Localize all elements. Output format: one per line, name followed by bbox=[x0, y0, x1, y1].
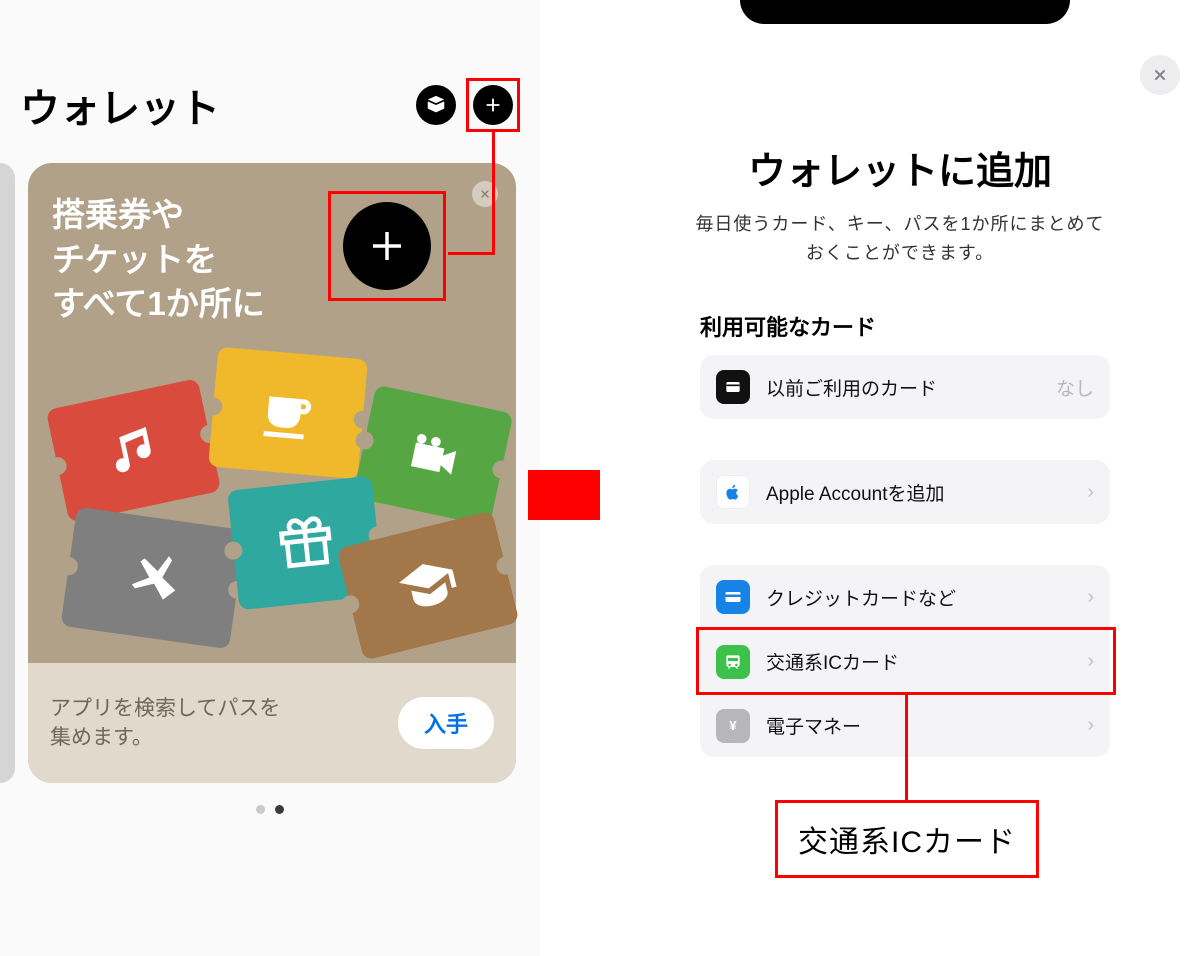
promo-add-highlight bbox=[328, 191, 446, 301]
promo-line1: 搭乗券や bbox=[52, 196, 184, 233]
get-button[interactable]: 入手 bbox=[398, 697, 494, 749]
annotation-line bbox=[448, 252, 495, 255]
page-dot-2[interactable] bbox=[275, 805, 284, 814]
promo-footer: アプリを検索してパスを 集めます。 入手 bbox=[28, 663, 516, 783]
wallet-screen: ウォレット 搭乗券や チケットを すべて1か所に bbox=[0, 0, 540, 956]
video-ticket-icon bbox=[353, 385, 514, 527]
option-label: 以前ご利用のカード bbox=[766, 374, 1040, 401]
flight-ticket-icon bbox=[60, 507, 245, 649]
promo-footer-l2: 集めます。 bbox=[50, 726, 153, 749]
option-label: 交通系ICカード bbox=[766, 648, 1071, 675]
promo-footer-text: アプリを検索してパスを 集めます。 bbox=[50, 694, 280, 753]
svg-text:¥: ¥ bbox=[729, 718, 737, 733]
orders-icon[interactable] bbox=[416, 85, 456, 125]
ticket-collage bbox=[28, 343, 516, 643]
option-group-previous: 以前ご利用のカード なし bbox=[700, 355, 1110, 419]
page-indicator bbox=[0, 805, 540, 814]
promo-add-button[interactable] bbox=[343, 202, 431, 290]
sheet-sub-l1: 毎日使うカード、キー、パスを1か所にまとめて bbox=[695, 214, 1104, 234]
option-label: 電子マネー bbox=[766, 712, 1071, 739]
option-trail: なし bbox=[1056, 374, 1094, 401]
page-dot-1[interactable] bbox=[256, 805, 265, 814]
wallet-icon bbox=[716, 370, 750, 404]
cafe-ticket-icon bbox=[208, 347, 368, 480]
close-sheet-button[interactable] bbox=[1140, 55, 1180, 95]
add-card-header-highlight bbox=[466, 78, 520, 132]
chevron-right-icon: › bbox=[1087, 481, 1094, 504]
option-previous-cards[interactable]: 以前ご利用のカード なし bbox=[700, 355, 1110, 419]
option-credit-card[interactable]: クレジットカードなど › bbox=[700, 565, 1110, 629]
option-transit-ic-card[interactable]: 交通系ICカード › bbox=[700, 629, 1110, 693]
chevron-right-icon: › bbox=[1087, 714, 1094, 737]
credit-card-icon bbox=[716, 580, 750, 614]
promo-line3: すべて1か所に bbox=[52, 285, 265, 322]
promo-line2: チケットを bbox=[52, 241, 217, 278]
sheet-sub-l2: おくことができます。 bbox=[806, 243, 994, 263]
option-label: クレジットカードなど bbox=[766, 584, 1071, 611]
yen-icon: ¥ bbox=[716, 709, 750, 743]
previous-card-peek[interactable] bbox=[0, 163, 15, 783]
wallet-header: ウォレット bbox=[20, 75, 520, 135]
add-card-button[interactable] bbox=[473, 85, 513, 125]
header-icons bbox=[416, 78, 520, 132]
sheet-subtitle: 毎日使うカード、キー、パスを1か所にまとめて おくことができます。 bbox=[670, 210, 1130, 268]
apple-icon bbox=[716, 475, 750, 509]
option-group-apple: Apple Accountを追加 › bbox=[700, 460, 1110, 524]
chevron-right-icon: › bbox=[1087, 586, 1094, 609]
promo-card: 搭乗券や チケットを すべて1か所に bbox=[28, 163, 516, 783]
add-to-wallet-sheet: ウォレットに追加 毎日使うカード、キー、パスを1か所にまとめて おくことができま… bbox=[600, 0, 1200, 956]
section-title: 利用可能なカード bbox=[700, 310, 876, 342]
callout-label: 交通系ICカード bbox=[775, 800, 1039, 878]
wallet-title: ウォレット bbox=[20, 76, 220, 134]
transit-icon bbox=[716, 645, 750, 679]
option-label: Apple Accountを追加 bbox=[766, 479, 1071, 506]
promo-footer-l1: アプリを検索してパスを bbox=[50, 697, 280, 720]
sheet-title: ウォレットに追加 bbox=[600, 140, 1200, 195]
annotation-line bbox=[905, 694, 908, 800]
music-ticket-icon bbox=[46, 378, 222, 523]
annotation-line bbox=[492, 131, 495, 255]
promo-headline: 搭乗券や チケットを すべて1か所に bbox=[52, 193, 265, 327]
option-apple-account[interactable]: Apple Accountを追加 › bbox=[700, 460, 1110, 524]
chevron-right-icon: › bbox=[1087, 650, 1094, 673]
device-notch bbox=[740, 0, 1070, 24]
